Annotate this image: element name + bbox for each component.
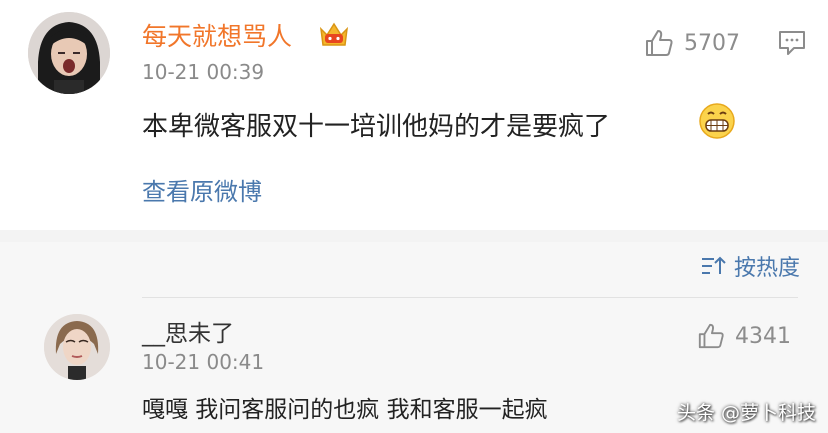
comment-like-count: 4341: [735, 323, 791, 349]
comment-icon[interactable]: [778, 30, 806, 56]
post-content: 本卑微客服双十一培训他妈的才是要疯了: [142, 112, 611, 142]
poster-avatar[interactable]: [28, 12, 110, 94]
commenter-avatar[interactable]: [44, 314, 110, 380]
comment-content: 嘎嘎 我问客服问的也疯 我和客服一起疯: [142, 397, 548, 423]
grin-emoji-icon: [698, 102, 736, 140]
comment-like-button[interactable]: 4341: [697, 322, 791, 350]
post-like-button[interactable]: 5707: [644, 28, 740, 58]
thumbs-up-icon: [646, 30, 673, 56]
thumbs-up-icon: [698, 323, 724, 349]
poster-username[interactable]: 每天就想骂人: [142, 17, 292, 53]
sort-by-hot-button[interactable]: 按热度: [700, 250, 800, 282]
comment-divider: [142, 297, 798, 298]
view-original-post-link[interactable]: 查看原微博: [142, 172, 262, 207]
watermark: 头条 @萝卜科技: [676, 402, 816, 424]
crown-badge-icon: [318, 19, 350, 49]
post-like-count: 5707: [684, 30, 740, 56]
post-timestamp: 10-21 00:39: [142, 60, 265, 84]
post-card: 每天就想骂人 10-21 00:39 5707 本卑微客服双十一培训他妈的才是要…: [0, 0, 828, 230]
sort-icon: [701, 256, 726, 274]
sort-label: 按热度: [733, 256, 800, 281]
sort-bar: 按热度: [0, 242, 828, 296]
commenter-username[interactable]: __思未了: [142, 314, 234, 348]
comment-timestamp: 10-21 00:41: [142, 350, 265, 374]
section-divider: [0, 230, 828, 242]
